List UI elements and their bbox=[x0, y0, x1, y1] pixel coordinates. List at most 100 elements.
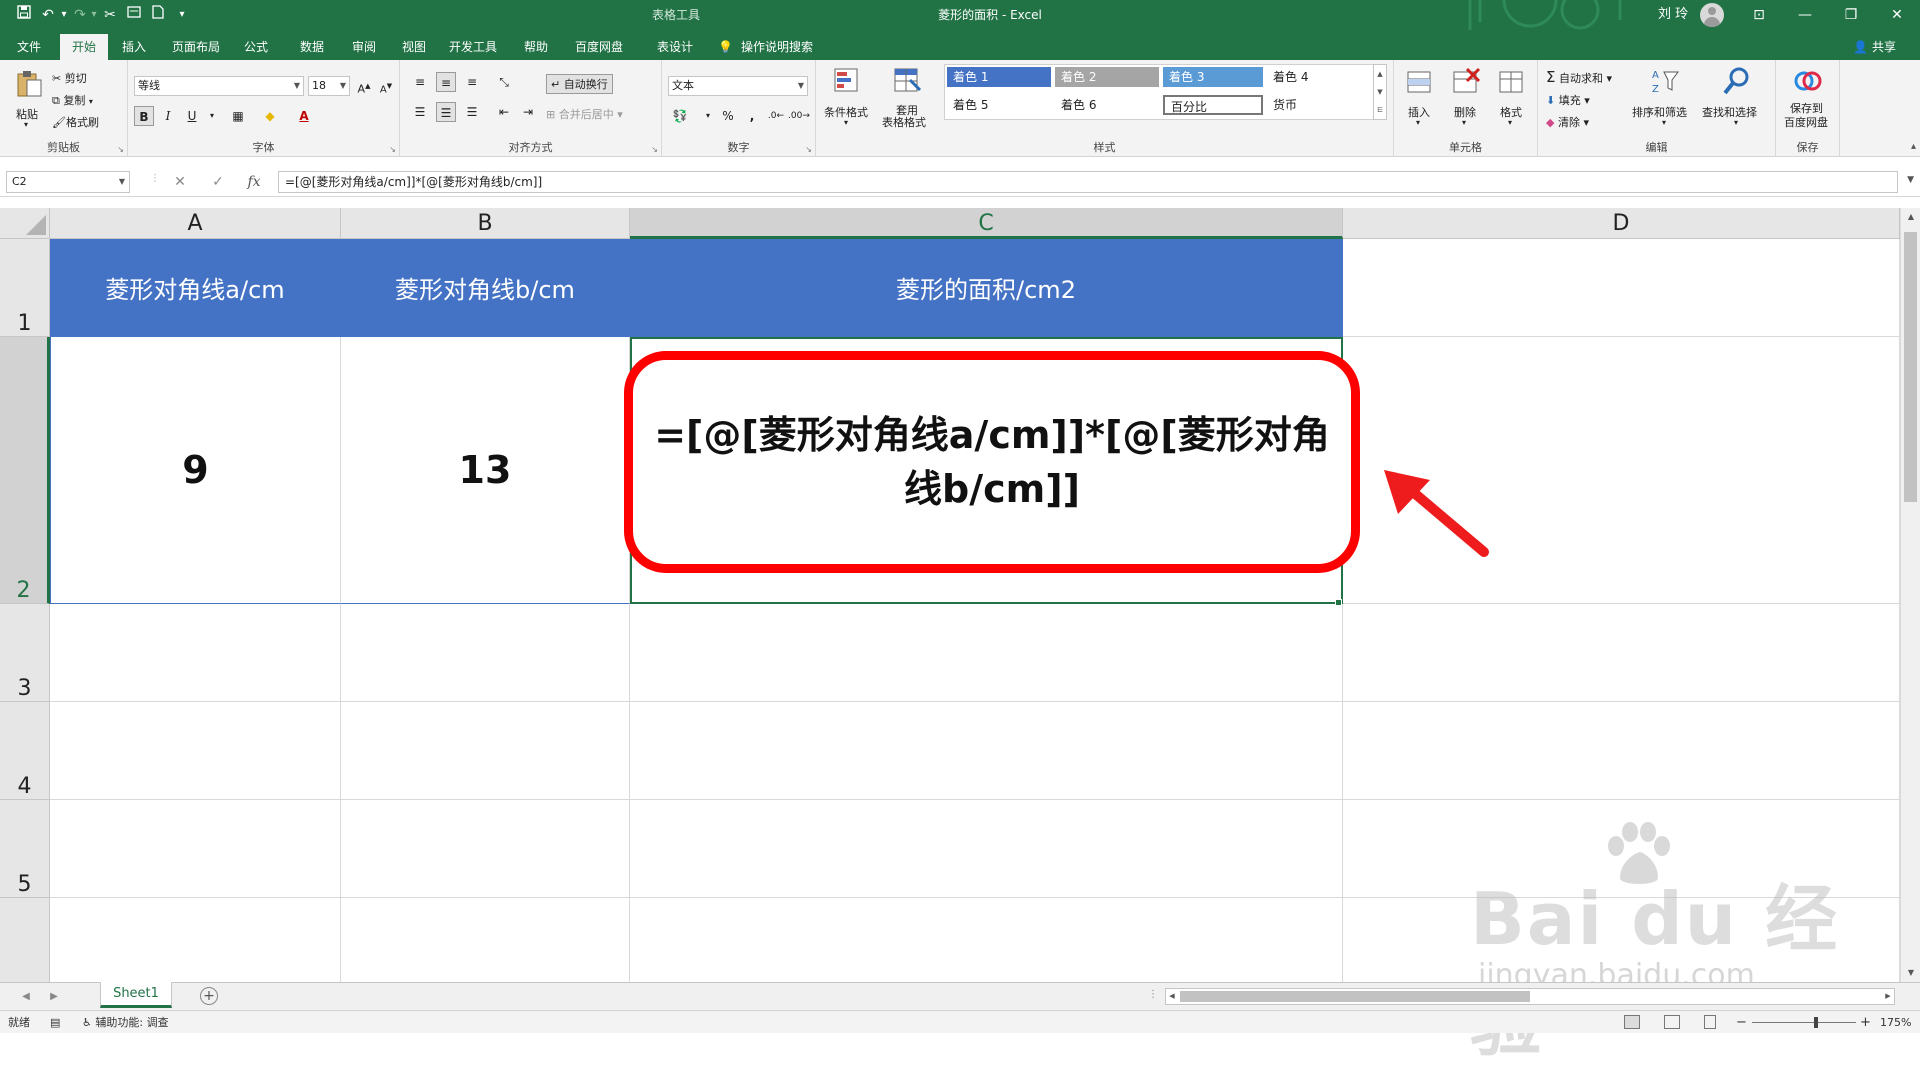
enter-formula-button[interactable]: ✓ bbox=[204, 171, 232, 193]
style-accent-2[interactable]: 着色 2 bbox=[1055, 67, 1159, 87]
copy-button[interactable]: ⧉ 复制 ▾ bbox=[52, 92, 93, 108]
horizontal-scrollbar[interactable]: ◀ ▶ bbox=[1165, 988, 1895, 1005]
row-header-5[interactable]: 5 bbox=[0, 800, 50, 898]
increase-decimal-icon[interactable]: .0← bbox=[766, 106, 786, 126]
scroll-left-icon[interactable]: ◀ bbox=[1166, 989, 1178, 1004]
tab-review[interactable]: 审阅 bbox=[344, 34, 384, 60]
ribbon-display-icon[interactable]: ⊡ bbox=[1736, 0, 1782, 30]
avatar[interactable] bbox=[1700, 3, 1724, 27]
font-launcher-icon[interactable]: ↘ bbox=[389, 145, 396, 154]
row-header-1[interactable]: 1 bbox=[0, 239, 50, 337]
tab-table-design[interactable]: 表设计 bbox=[650, 34, 700, 60]
page-layout-view-icon[interactable] bbox=[1664, 1015, 1680, 1029]
style-currency[interactable]: 货币 bbox=[1267, 95, 1371, 115]
merge-center-button[interactable]: ⊞ 合并后居中 ▾ bbox=[546, 106, 623, 122]
zoom-level[interactable]: 175% bbox=[1880, 1011, 1911, 1034]
orientation-icon[interactable]: ⤡ bbox=[494, 72, 514, 92]
table-header-cell[interactable]: 菱形的面积/cm2 bbox=[630, 239, 1343, 337]
restore-icon[interactable]: ❐ bbox=[1828, 0, 1874, 30]
cell-d4[interactable] bbox=[1343, 702, 1900, 800]
split-handle-icon[interactable]: ⋮ bbox=[1148, 989, 1158, 1000]
scroll-up-icon[interactable]: ▲ bbox=[1901, 208, 1920, 226]
font-size-combo[interactable]: 18 ▼ bbox=[308, 76, 350, 96]
align-top-icon[interactable]: ≡ bbox=[410, 72, 430, 92]
clear-button[interactable]: ◆ 清除 ▾ bbox=[1546, 114, 1589, 130]
accessibility-status[interactable]: ♿ 辅助功能: 调查 bbox=[82, 1011, 169, 1034]
sort-filter-button[interactable]: AZ 排序和筛选 ▾ bbox=[1632, 64, 1698, 134]
tab-data[interactable]: 数据 bbox=[292, 34, 332, 60]
autosum-button[interactable]: Σ 自动求和 ▾ bbox=[1546, 68, 1612, 86]
cell-b6[interactable] bbox=[341, 898, 630, 982]
add-sheet-button[interactable]: + bbox=[200, 987, 218, 1005]
next-sheet-icon[interactable]: ▶ bbox=[44, 983, 64, 1011]
align-middle-icon[interactable]: ≡ bbox=[436, 72, 456, 92]
zoom-slider-thumb[interactable] bbox=[1814, 1017, 1818, 1028]
horizontal-scroll-thumb[interactable] bbox=[1180, 991, 1530, 1002]
align-left-icon[interactable]: ☰ bbox=[410, 102, 430, 122]
style-accent-3[interactable]: 着色 3 bbox=[1163, 67, 1263, 87]
user-name[interactable]: 刘 玲 bbox=[1658, 0, 1688, 30]
formula-input[interactable]: =[@[菱形对角线a/cm]]*[@[菱形对角线b/cm]] bbox=[278, 171, 1898, 193]
style-percent[interactable]: 百分比 bbox=[1163, 95, 1263, 115]
column-header-d[interactable]: D bbox=[1343, 208, 1900, 239]
style-accent-4[interactable]: 着色 4 bbox=[1267, 67, 1371, 87]
cell-d3[interactable] bbox=[1343, 604, 1900, 702]
scroll-down-icon[interactable]: ▼ bbox=[1901, 964, 1920, 982]
cell-b2[interactable]: 13 bbox=[341, 337, 630, 604]
save-to-baidu-button[interactable]: 保存到 百度网盘 bbox=[1780, 64, 1836, 138]
number-launcher-icon[interactable]: ↘ bbox=[805, 145, 812, 154]
cell-c5[interactable] bbox=[630, 800, 1343, 898]
cancel-formula-button[interactable]: ✕ bbox=[166, 171, 194, 193]
cell-d1[interactable] bbox=[1343, 239, 1900, 337]
zoom-in-icon[interactable]: + bbox=[1860, 1011, 1871, 1034]
cell-d6[interactable] bbox=[1343, 898, 1900, 982]
italic-button[interactable]: I bbox=[158, 106, 178, 126]
cut-button[interactable]: ✂ 剪切 bbox=[52, 70, 87, 86]
page-break-view-icon[interactable] bbox=[1704, 1015, 1716, 1029]
align-right-icon[interactable]: ☰ bbox=[462, 102, 482, 122]
row-header-6[interactable]: 6 bbox=[0, 898, 50, 982]
row-header-4[interactable]: 4 bbox=[0, 702, 50, 800]
alignment-launcher-icon[interactable]: ↘ bbox=[651, 145, 658, 154]
currency-icon[interactable]: 💱 bbox=[670, 106, 690, 126]
style-accent-6[interactable]: 着色 6 bbox=[1055, 95, 1159, 115]
styles-gallery-scroll[interactable]: ▲ ▼ ⋿ bbox=[1373, 64, 1387, 120]
cell-a3[interactable] bbox=[50, 604, 341, 702]
cell-b5[interactable] bbox=[341, 800, 630, 898]
cell-a4[interactable] bbox=[50, 702, 341, 800]
fill-color-icon[interactable]: ◆ bbox=[260, 106, 280, 126]
style-accent-5[interactable]: 着色 5 bbox=[947, 95, 1051, 115]
minimize-icon[interactable]: — bbox=[1782, 0, 1828, 30]
cell-c4[interactable] bbox=[630, 702, 1343, 800]
conditional-formatting-button[interactable]: 条件格式 ▾ bbox=[820, 64, 876, 134]
share-button[interactable]: 👤 共享 bbox=[1853, 34, 1896, 60]
row-header-2[interactable]: 2 bbox=[0, 337, 50, 604]
borders-icon[interactable]: ▦ bbox=[228, 106, 248, 126]
vertical-scrollbar[interactable]: ▲ ▼ bbox=[1900, 208, 1920, 982]
print-preview-icon[interactable] bbox=[124, 5, 144, 25]
find-select-button[interactable]: 查找和选择 ▾ bbox=[1702, 64, 1770, 134]
percent-button[interactable]: % bbox=[718, 106, 738, 126]
sheet-tab-sheet1[interactable]: Sheet1 bbox=[100, 982, 172, 1008]
table-header-cell[interactable]: 菱形对角线a/cm bbox=[50, 239, 341, 337]
shrink-font-button[interactable]: A▼ bbox=[376, 76, 396, 96]
bold-button[interactable]: B bbox=[134, 106, 154, 126]
delete-cells-button[interactable]: 删除 ▾ bbox=[1444, 64, 1488, 134]
tab-view[interactable]: 视图 bbox=[394, 34, 434, 60]
tab-developer[interactable]: 开发工具 bbox=[444, 34, 502, 60]
cell-d5[interactable] bbox=[1343, 800, 1900, 898]
decrease-indent-icon[interactable]: ⇤ bbox=[494, 102, 514, 122]
cell-a2[interactable]: 9 bbox=[50, 337, 341, 604]
format-painter-button[interactable]: 🖌格式刷 bbox=[52, 114, 99, 130]
font-color-icon[interactable]: A bbox=[294, 106, 314, 126]
vertical-scroll-thumb[interactable] bbox=[1904, 232, 1917, 502]
align-center-icon[interactable]: ☰ bbox=[436, 102, 456, 122]
zoom-slider[interactable] bbox=[1752, 1022, 1856, 1023]
tab-formulas[interactable]: 公式 bbox=[236, 34, 276, 60]
name-box[interactable]: C2 ▼ bbox=[6, 171, 130, 193]
new-file-icon[interactable] bbox=[148, 5, 168, 25]
fill-button[interactable]: ⬇ 填充 ▾ bbox=[1546, 92, 1590, 108]
format-cells-button[interactable]: 格式 ▾ bbox=[1490, 64, 1534, 134]
clipboard-launcher-icon[interactable]: ↘ bbox=[117, 145, 124, 154]
column-header-c[interactable]: C bbox=[630, 208, 1343, 239]
